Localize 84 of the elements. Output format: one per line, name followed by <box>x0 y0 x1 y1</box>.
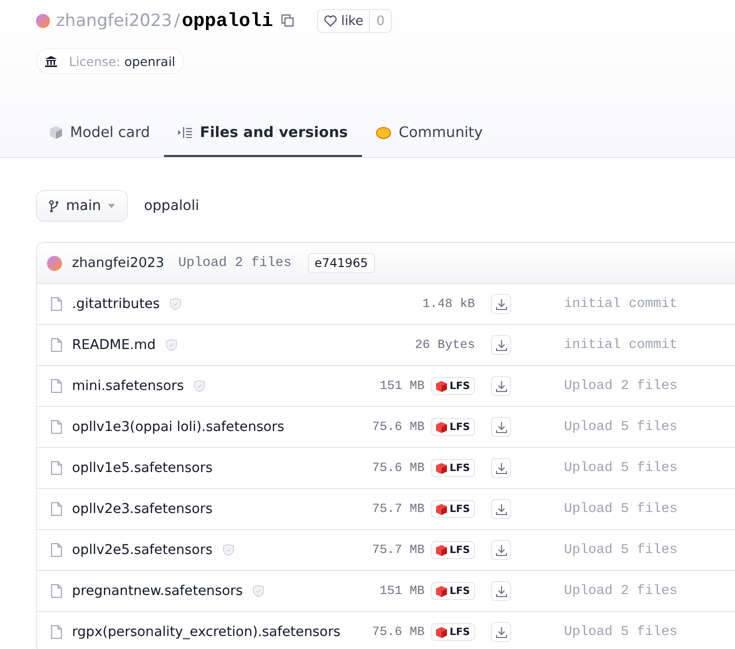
download-button[interactable] <box>491 417 511 437</box>
file-name-link[interactable]: .gitattributes <box>72 296 160 312</box>
list-icon <box>178 127 192 138</box>
download-button[interactable] <box>491 335 511 355</box>
lfs-badge: LFS <box>430 623 475 641</box>
path-separator: / <box>174 11 180 31</box>
download-icon <box>496 504 506 514</box>
commit-hash[interactable]: e741965 <box>308 253 375 273</box>
download-icon <box>496 340 506 350</box>
download-button[interactable] <box>491 622 511 642</box>
license-tag[interactable]: License: openrail <box>36 48 184 74</box>
download-button[interactable] <box>491 294 511 314</box>
lfs-badge: LFS <box>430 418 475 436</box>
download-icon <box>496 626 506 638</box>
file-size: 75.6 MB <box>372 420 425 434</box>
file-name-link[interactable]: opllv2e3.safetensors <box>72 501 212 517</box>
file-size: 151 MB <box>380 584 425 598</box>
branch-icon <box>49 200 59 212</box>
box-icon <box>436 586 447 596</box>
box-icon <box>436 462 447 474</box>
lfs-badge: LFS <box>430 582 475 600</box>
file-name-link[interactable]: mini.safetensors <box>72 378 184 394</box>
file-name-link[interactable]: opllv1e5.safetensors <box>72 460 212 476</box>
box-icon <box>436 504 447 514</box>
heart-icon <box>324 15 338 27</box>
file-size: 75.6 MB <box>372 625 425 639</box>
file-icon <box>51 338 62 352</box>
file-icon <box>51 502 62 516</box>
user-avatar <box>47 256 62 270</box>
file-name-link[interactable]: pregnantnew.safetensors <box>72 583 243 599</box>
user-avatar <box>36 14 50 28</box>
lfs-badge: LFS <box>430 377 475 395</box>
repo-name-link[interactable]: oppaloli <box>182 10 274 32</box>
box-icon <box>436 544 447 556</box>
download-button[interactable] <box>491 458 511 478</box>
file-icon <box>51 543 62 557</box>
download-icon <box>496 298 506 310</box>
file-icon <box>51 625 62 639</box>
license-value: openrail <box>124 54 176 68</box>
bank-icon <box>45 56 57 66</box>
author-link[interactable]: zhangfei2023 <box>72 255 164 271</box>
download-button[interactable] <box>491 376 511 396</box>
like-count: 0 <box>375 12 386 30</box>
file-icon <box>51 461 62 475</box>
box-icon <box>436 626 447 638</box>
file-size: 1.48 kB <box>422 297 475 311</box>
file-icon <box>51 297 62 311</box>
tab[interactable]: Community <box>362 110 497 157</box>
file-size: 151 MB <box>380 379 425 393</box>
download-icon <box>496 462 506 474</box>
box-icon <box>436 380 447 392</box>
file-size: 75.7 MB <box>372 543 425 557</box>
lfs-badge: LFS <box>430 541 475 559</box>
file-name-link[interactable]: README.md <box>72 337 156 353</box>
breadcrumb-path[interactable]: oppaloli <box>144 198 200 214</box>
license-label: License: <box>69 54 120 68</box>
copy-icon[interactable] <box>281 14 296 28</box>
cube-icon <box>50 126 62 139</box>
download-icon <box>496 544 506 556</box>
file-icon <box>51 379 62 393</box>
like-button[interactable]: like 0 <box>317 9 392 33</box>
branch-dropdown[interactable]: main <box>36 190 128 222</box>
download-button[interactable] <box>491 499 511 519</box>
file-icon <box>51 584 62 598</box>
file-icon <box>51 420 62 434</box>
file-size: 75.7 MB <box>372 502 425 516</box>
lfs-badge: LFS <box>430 500 475 518</box>
like-label: like <box>341 14 364 28</box>
download-icon <box>496 380 506 392</box>
commit-message: Upload 2 files <box>178 256 292 270</box>
box-icon <box>436 422 447 432</box>
file-size: 26 Bytes <box>414 338 475 352</box>
caret-icon <box>108 204 115 208</box>
tab[interactable]: Files and versions <box>164 110 362 157</box>
lfs-badge: LFS <box>430 459 475 477</box>
file-size: 75.6 MB <box>372 461 425 475</box>
download-button[interactable] <box>491 581 511 601</box>
tab[interactable]: Model card <box>36 110 164 157</box>
download-icon <box>496 422 506 432</box>
file-name-link[interactable]: opllv1e3(oppai loli).safetensors <box>72 419 284 435</box>
file-name-link[interactable]: opllv2e5.safetensors <box>72 542 212 558</box>
download-button[interactable] <box>491 540 511 560</box>
file-name-link[interactable]: rgpx(personality_excretion).safetensors <box>72 624 340 640</box>
download-icon <box>496 586 506 596</box>
